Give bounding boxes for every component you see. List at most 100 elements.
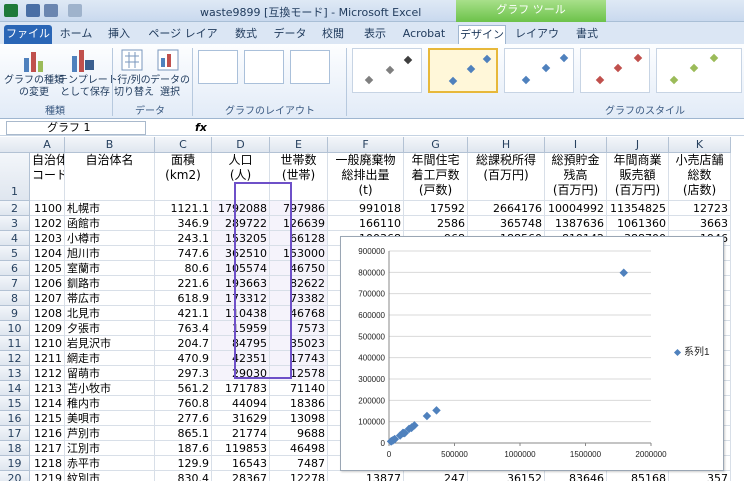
table-cell[interactable]: 129.9 bbox=[155, 456, 212, 471]
table-cell[interactable]: 12578 bbox=[270, 366, 328, 381]
undo-icon[interactable] bbox=[44, 4, 58, 17]
table-cell[interactable]: 13098 bbox=[270, 411, 328, 426]
tab-design[interactable]: デザイン bbox=[458, 25, 506, 44]
row-header-16[interactable]: 16 bbox=[0, 411, 30, 426]
table-cell[interactable]: 362510 bbox=[212, 246, 270, 261]
column-header-F[interactable]: F bbox=[328, 137, 404, 153]
header-cell[interactable]: 自治体 コード bbox=[30, 153, 65, 201]
column-header-C[interactable]: C bbox=[155, 137, 212, 153]
table-cell[interactable]: 247 bbox=[404, 471, 468, 481]
table-cell[interactable]: 函館市 bbox=[65, 216, 155, 231]
chart-layout-3[interactable] bbox=[290, 50, 330, 84]
name-box[interactable]: グラフ 1 bbox=[6, 121, 146, 135]
table-cell[interactable]: 66128 bbox=[270, 231, 328, 246]
table-cell[interactable]: 1206 bbox=[30, 276, 65, 291]
tab-data[interactable]: データ bbox=[270, 25, 310, 44]
table-cell[interactable]: 119853 bbox=[212, 441, 270, 456]
table-cell[interactable]: 17743 bbox=[270, 351, 328, 366]
table-cell[interactable]: 11354825 bbox=[607, 201, 669, 216]
row-header-6[interactable]: 6 bbox=[0, 261, 30, 276]
table-cell[interactable]: 網走市 bbox=[65, 351, 155, 366]
table-cell[interactable]: 1204 bbox=[30, 246, 65, 261]
table-cell[interactable]: 1208 bbox=[30, 306, 65, 321]
chart-style-5[interactable] bbox=[656, 48, 742, 93]
table-cell[interactable]: 1061360 bbox=[607, 216, 669, 231]
save-icon[interactable] bbox=[26, 4, 40, 17]
table-cell[interactable]: 1209 bbox=[30, 321, 65, 336]
table-cell[interactable]: 365748 bbox=[468, 216, 545, 231]
table-cell[interactable]: 243.1 bbox=[155, 231, 212, 246]
table-cell[interactable]: 29030 bbox=[212, 366, 270, 381]
table-cell[interactable]: 紋別市 bbox=[65, 471, 155, 481]
table-cell[interactable]: 1216 bbox=[30, 426, 65, 441]
table-cell[interactable]: 1214 bbox=[30, 396, 65, 411]
tab-format[interactable]: 書式 bbox=[570, 25, 604, 44]
chart-style-2-selected[interactable] bbox=[428, 48, 498, 93]
change-chart-type-button[interactable]: グラフの種類 の変更 bbox=[4, 75, 64, 99]
table-cell[interactable]: 346.9 bbox=[155, 216, 212, 231]
table-cell[interactable]: 80.6 bbox=[155, 261, 212, 276]
table-cell[interactable]: 193663 bbox=[212, 276, 270, 291]
row-header-8[interactable]: 8 bbox=[0, 291, 30, 306]
table-cell[interactable]: 204.7 bbox=[155, 336, 212, 351]
row-header-14[interactable]: 14 bbox=[0, 381, 30, 396]
table-cell[interactable]: 618.9 bbox=[155, 291, 212, 306]
table-cell[interactable]: 1218 bbox=[30, 456, 65, 471]
table-cell[interactable]: 763.4 bbox=[155, 321, 212, 336]
table-cell[interactable]: 126639 bbox=[270, 216, 328, 231]
row-header-7[interactable]: 7 bbox=[0, 276, 30, 291]
table-cell[interactable]: 357 bbox=[669, 471, 731, 481]
table-cell[interactable]: 171783 bbox=[212, 381, 270, 396]
table-cell[interactable]: 美唄市 bbox=[65, 411, 155, 426]
column-header-H[interactable]: H bbox=[468, 137, 545, 153]
row-header-20[interactable]: 20 bbox=[0, 471, 30, 481]
row-header-10[interactable]: 10 bbox=[0, 321, 30, 336]
chart-style-4[interactable] bbox=[580, 48, 650, 93]
table-cell[interactable]: 1211 bbox=[30, 351, 65, 366]
table-cell[interactable]: 夕張市 bbox=[65, 321, 155, 336]
table-cell[interactable]: 1217 bbox=[30, 441, 65, 456]
table-cell[interactable]: 1207 bbox=[30, 291, 65, 306]
header-cell[interactable]: 人口 (人) bbox=[212, 153, 270, 201]
excel-app-icon[interactable] bbox=[4, 4, 18, 17]
scatter-chart[interactable]: 0 100000 200000 300000 400000 500000 600000 700… bbox=[340, 236, 724, 471]
table-cell[interactable]: 芦別市 bbox=[65, 426, 155, 441]
table-cell[interactable]: 83646 bbox=[545, 471, 607, 481]
row-header-12[interactable]: 12 bbox=[0, 351, 30, 366]
column-header-G[interactable]: G bbox=[404, 137, 468, 153]
table-cell[interactable]: 室蘭市 bbox=[65, 261, 155, 276]
tab-formulas[interactable]: 数式 bbox=[228, 25, 264, 44]
table-cell[interactable]: 830.4 bbox=[155, 471, 212, 481]
table-cell[interactable]: 153205 bbox=[212, 231, 270, 246]
table-cell[interactable]: 1100 bbox=[30, 201, 65, 216]
table-cell[interactable]: 35023 bbox=[270, 336, 328, 351]
tab-home[interactable]: ホーム bbox=[58, 25, 94, 44]
table-cell[interactable]: 18386 bbox=[270, 396, 328, 411]
table-cell[interactable]: 1792088 bbox=[212, 201, 270, 216]
column-header-J[interactable]: J bbox=[607, 137, 669, 153]
table-cell[interactable]: 46768 bbox=[270, 306, 328, 321]
function-icon[interactable]: fx bbox=[195, 121, 207, 134]
tab-acrobat[interactable]: Acrobat bbox=[398, 25, 450, 44]
row-header-5[interactable]: 5 bbox=[0, 246, 30, 261]
row-header-17[interactable]: 17 bbox=[0, 426, 30, 441]
table-cell[interactable]: 北見市 bbox=[65, 306, 155, 321]
table-cell[interactable]: 73382 bbox=[270, 291, 328, 306]
table-cell[interactable]: 江別市 bbox=[65, 441, 155, 456]
table-cell[interactable]: 2664176 bbox=[468, 201, 545, 216]
header-cell[interactable]: 世帯数 (世帯) bbox=[270, 153, 328, 201]
header-cell[interactable]: 総課税所得 (百万円) bbox=[468, 153, 545, 201]
table-cell[interactable]: 470.9 bbox=[155, 351, 212, 366]
column-header-K[interactable]: K bbox=[669, 137, 731, 153]
row-header-19[interactable]: 19 bbox=[0, 456, 30, 471]
table-cell[interactable]: 289722 bbox=[212, 216, 270, 231]
column-header-I[interactable]: I bbox=[545, 137, 607, 153]
table-cell[interactable]: 46498 bbox=[270, 441, 328, 456]
table-cell[interactable]: 帯広市 bbox=[65, 291, 155, 306]
table-cell[interactable]: 865.1 bbox=[155, 426, 212, 441]
table-cell[interactable]: 85168 bbox=[607, 471, 669, 481]
header-cell[interactable]: 年間住宅 着工戸数 (戸数) bbox=[404, 153, 468, 201]
table-cell[interactable]: 44094 bbox=[212, 396, 270, 411]
table-cell[interactable]: 1215 bbox=[30, 411, 65, 426]
table-cell[interactable]: 1212 bbox=[30, 366, 65, 381]
